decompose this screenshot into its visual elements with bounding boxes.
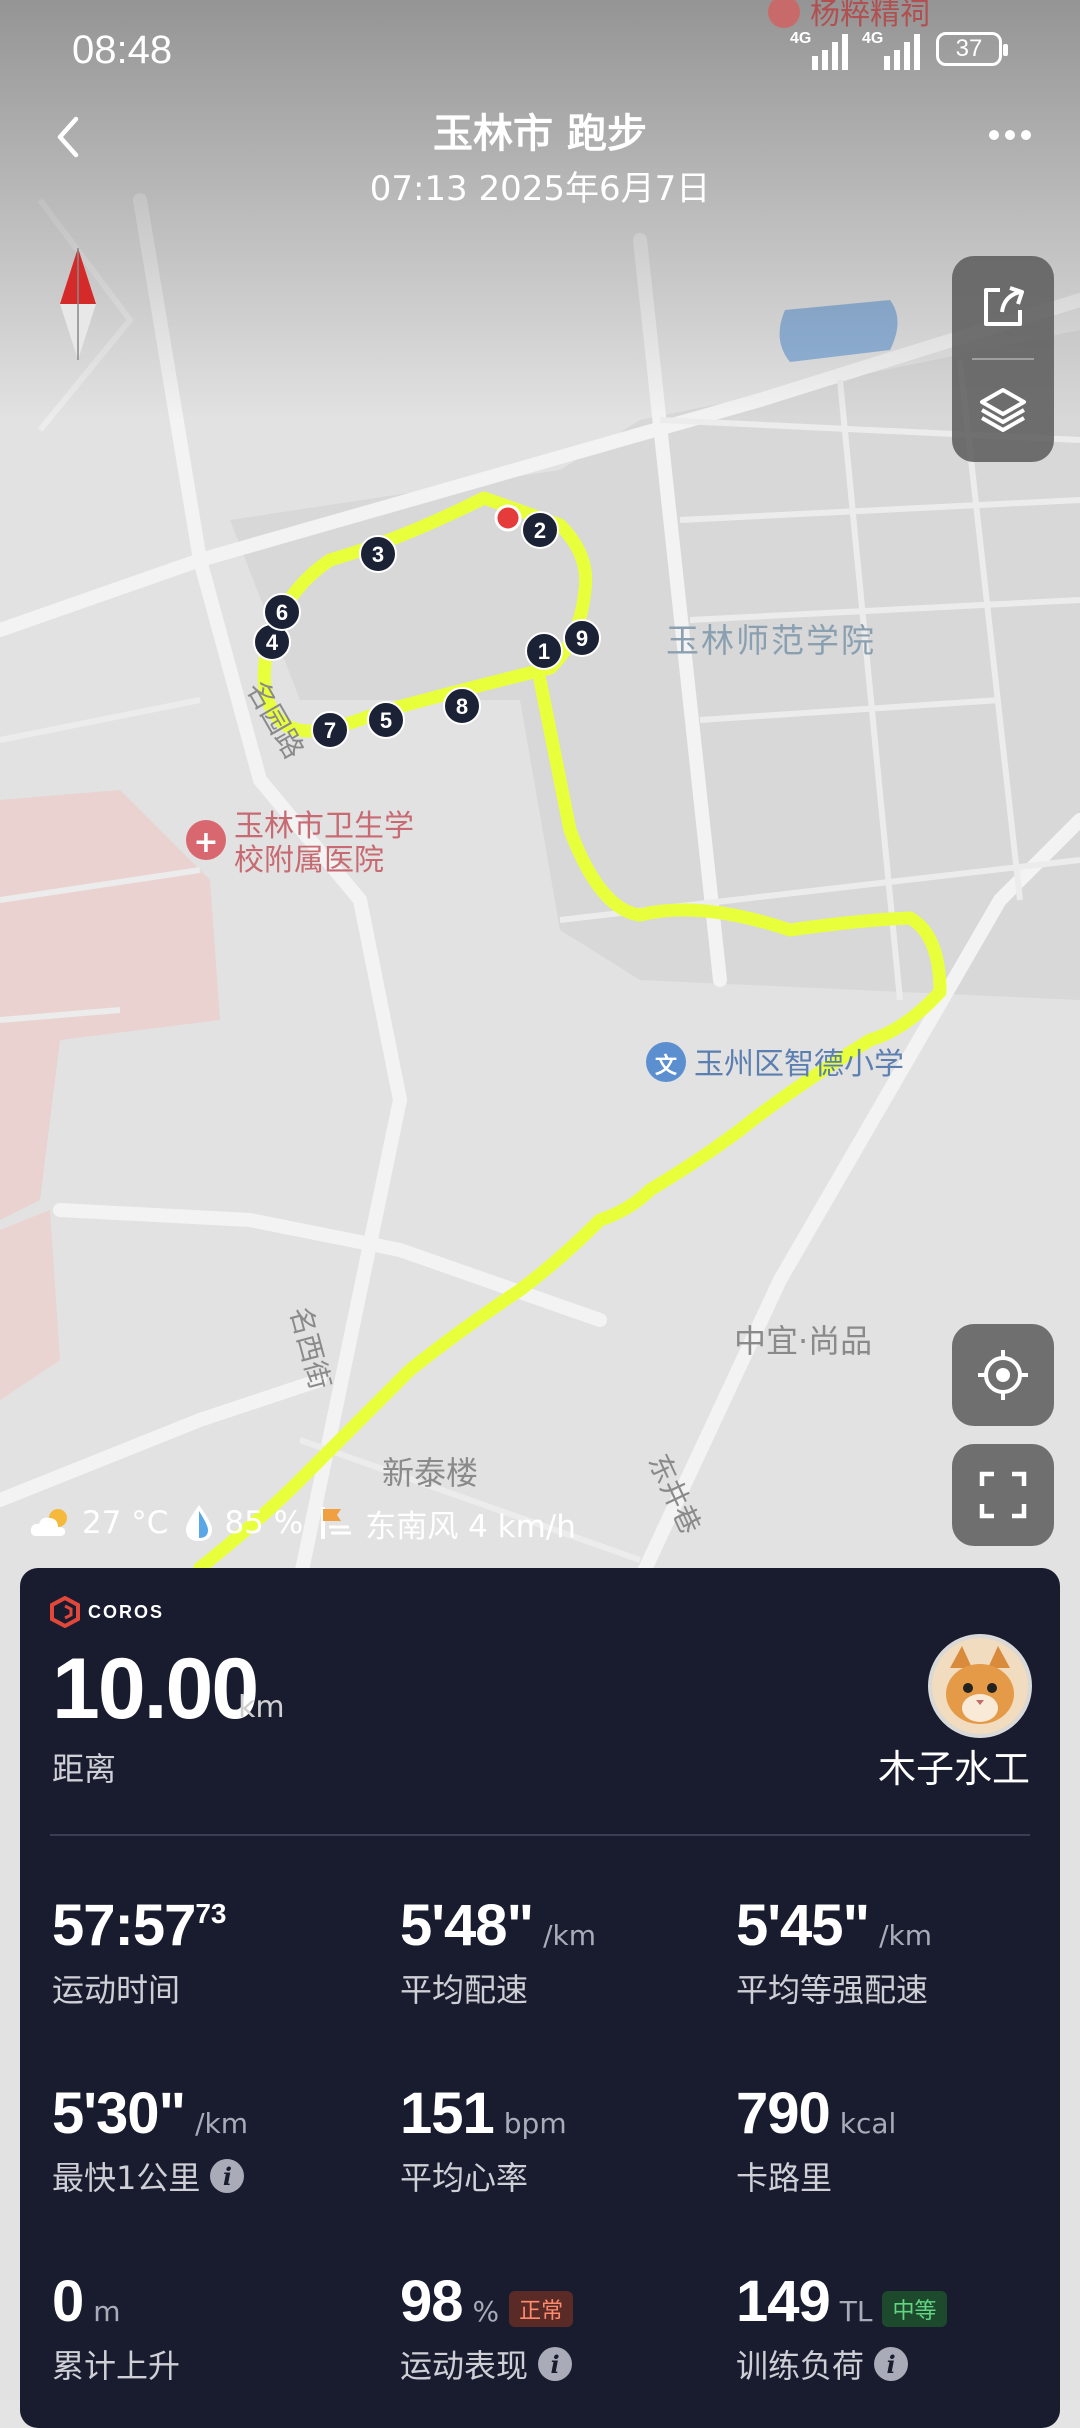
distance-label: 距离 [52,1750,117,1788]
signal-icon-2: 4G [862,30,922,70]
lap-marker-7: 7 [311,711,349,749]
layers-icon[interactable] [978,384,1028,434]
info-icon[interactable]: i [210,2159,245,2193]
page-title: 玉林市 跑步 [433,111,647,157]
partly-cloudy-icon [30,1509,67,1536]
username: 木子水工 [877,1747,1030,1791]
temperature: 27 °C [82,1505,169,1541]
lap-marker-3: 3 [359,535,397,573]
svg-text:文: 文 [655,1053,678,1079]
svg-text:3: 3 [372,542,384,567]
stat-duration: 57:5773 运动时间 [52,1893,227,2009]
map-label-hospital-2: 校附属医院 [234,843,384,878]
svg-text:8: 8 [456,694,468,719]
svg-text:5: 5 [380,708,392,733]
activity-summary-panel: COROS 10.00 km 距离 木子水工 57:5773 运动时间 5'48… [20,1568,1060,2428]
map-tools-group [952,256,1054,462]
more-options-icon[interactable] [980,115,1040,155]
status-bar: 08:48 4G 4G 37 [0,0,1080,100]
map-label-building1: 中宜·尚品 [734,1322,872,1360]
map-label-building2: 新泰楼 [382,1454,478,1492]
map-label-school: 玉州区智德小学 [694,1047,904,1082]
svg-text:4: 4 [266,630,279,655]
info-icon[interactable]: i [538,2347,573,2381]
lap-marker-9: 9 [563,619,601,657]
coros-logo-icon [50,1596,80,1628]
signal-icon-1: 4G [790,30,850,70]
wind: 东南风 4 km/h [365,1508,576,1545]
stat-avg-pace: 5'48"/km 平均配速 [400,1893,596,2009]
divider [50,1834,1030,1836]
locate-icon [978,1350,1028,1400]
status-badge: 中等 [882,2290,947,2327]
distance-unit: km [238,1690,285,1725]
header: 玉林市 跑步 07:13 2025年6月7日 [0,95,1080,215]
svg-text:6: 6 [276,600,288,625]
lap-marker-8: 8 [443,687,481,725]
svg-text:+: + [193,825,218,860]
cat-avatar-icon [932,1638,1028,1734]
school-icon: 文 [646,1042,686,1082]
compass-icon[interactable] [56,248,100,360]
svg-text:7: 7 [324,718,336,743]
wind-icon [321,1507,352,1539]
weather-bar: 27 °C 85 % 东南风 4 km/h [28,1498,576,1548]
humidity-icon [186,1505,213,1541]
stat-avg-grade-pace: 5'45"/km 平均等强配速 [736,1893,932,2009]
svg-text:2: 2 [534,518,546,543]
humidity: 85 % [224,1505,304,1541]
lap-marker-1: 1 [525,632,563,670]
lap-marker-2: 2 [521,511,559,549]
status-time: 08:48 [72,28,173,72]
map-label-college: 玉林师范学院 [666,621,876,660]
brand-name: COROS [88,1601,165,1622]
svg-text:1: 1 [538,639,550,664]
status-badge: 正常 [509,2290,574,2327]
locate-button[interactable] [952,1324,1054,1426]
stat-avg-heart-rate: 151 bpm 平均心率 [400,2081,567,2197]
map-label-hospital-1: 玉林市卫生学 [234,809,414,844]
lap-marker-5: 5 [367,701,405,739]
info-icon[interactable]: i [874,2347,909,2381]
fullscreen-icon [979,1471,1027,1519]
stat-elevation-gain: 0m 累计上升 [52,2269,181,2385]
stat-fastest-km: 5'30"/km 最快1公里 i [52,2081,248,2197]
stat-training-load: 149 TL 中等 训练负荷 i [736,2268,947,2387]
share-icon[interactable] [978,282,1028,332]
stat-calories: 790 kcal 卡路里 [736,2081,897,2197]
svg-text:9: 9 [576,626,588,651]
brand-logo: COROS [50,1596,164,1628]
lap-marker-6: 6 [263,593,301,631]
battery-icon: 37 [936,32,1008,66]
distance-value: 10.00 [52,1641,259,1737]
hospital-icon: + [186,820,226,860]
stat-performance: 98% 正常 运动表现 i [400,2268,574,2387]
activity-datetime: 07:13 2025年6月7日 [369,169,711,209]
avatar[interactable] [928,1634,1032,1738]
fullscreen-button[interactable] [952,1444,1054,1546]
